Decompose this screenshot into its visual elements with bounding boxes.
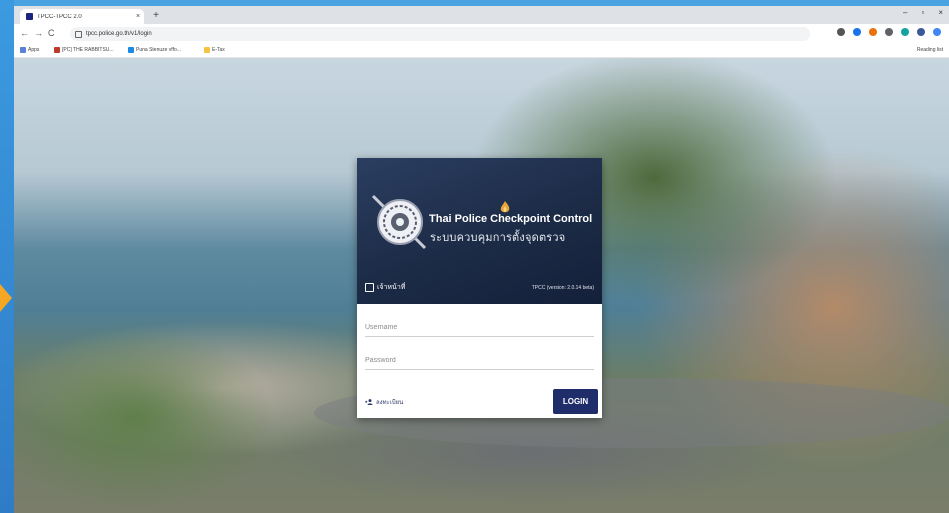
folder-icon (204, 47, 210, 53)
back-icon[interactable]: ← (20, 28, 29, 38)
favicon-icon (26, 13, 33, 20)
password-input[interactable] (365, 351, 594, 370)
tab-title: TPCC-TPCC 2.0 (37, 13, 82, 20)
tab-bar: TPCC-TPCC 2.0 × + – ▫ × (14, 6, 949, 24)
reading-list[interactable]: Reading list (917, 47, 943, 53)
extension-icons (837, 28, 941, 36)
address-bar: ← → C tpcc.police.go.th/v1/login (14, 24, 949, 45)
extension-icon[interactable] (901, 28, 909, 36)
username-input[interactable] (365, 318, 594, 337)
browser-window: TPCC-TPCC 2.0 × + – ▫ × ← → C tpcc.polic… (14, 6, 949, 513)
screen-left-edge (0, 0, 14, 513)
bookmark-item[interactable]: Apps (20, 47, 39, 53)
bookmark-item[interactable]: Puna Stenuze vffo... (128, 47, 181, 53)
reading-list-label: Reading list (916, 47, 943, 53)
extension-icon[interactable] (885, 28, 893, 36)
bookmark-favicon-icon (54, 47, 60, 53)
maximize-icon[interactable]: ▫ (921, 8, 924, 17)
officer-logo-text: เจ้าหน้าที่ (377, 284, 406, 291)
lock-icon (75, 31, 82, 38)
officer-logo: เจ้าหน้าที่ (365, 282, 405, 293)
page-background: Thai Police Checkpoint Control ระบบควบคุ… (14, 58, 949, 513)
bookmark-label: [PC] THE RABBITSU... (62, 47, 114, 53)
reload-icon[interactable]: C (48, 28, 55, 38)
add-user-icon (365, 399, 373, 405)
login-button[interactable]: LOGIN (553, 389, 598, 414)
bookmark-item[interactable]: [PC] THE RABBITSU... (54, 47, 114, 53)
bookmarks-bar: Apps [PC] THE RABBITSU... Puna Stenuze v… (14, 44, 949, 58)
version-label: TPCC (version: 2.0.14 beta) (531, 285, 594, 291)
browser-tab[interactable]: TPCC-TPCC 2.0 × (20, 9, 144, 24)
bookmark-label: Puna Stenuze vffo... (136, 47, 181, 53)
forward-icon[interactable]: → (34, 28, 43, 38)
bookmark-item[interactable]: E-Tax (204, 47, 225, 53)
bookmark-favicon-icon (128, 47, 134, 53)
minimize-icon[interactable]: – (903, 8, 907, 17)
register-link[interactable]: ลงทะเบียน (365, 397, 403, 407)
window-controls: – ▫ × (903, 8, 943, 17)
extension-icon[interactable] (917, 28, 925, 36)
close-icon[interactable]: × (938, 8, 943, 17)
police-emblem-icon (371, 194, 427, 250)
login-header: Thai Police Checkpoint Control ระบบควบคุ… (357, 158, 602, 304)
login-card: Thai Police Checkpoint Control ระบบควบคุ… (357, 158, 602, 418)
orange-arrow-indicator (0, 284, 12, 312)
extension-icon[interactable] (869, 28, 877, 36)
badge-icon (365, 283, 374, 292)
new-tab-button[interactable]: + (150, 9, 162, 22)
bookmark-label: Apps (28, 47, 40, 53)
apps-icon (20, 47, 26, 53)
url-text: tpcc.police.go.th/v1/login (86, 31, 152, 37)
extension-icon[interactable] (933, 28, 941, 36)
username-field (365, 316, 594, 337)
tab-close-icon[interactable]: × (132, 13, 144, 20)
extension-icon[interactable] (837, 28, 845, 36)
register-label: ลงทะเบียน (376, 400, 404, 406)
url-input[interactable]: tpcc.police.go.th/v1/login (70, 27, 810, 41)
password-field (365, 349, 594, 370)
app-subtitle: ระบบควบคุมการตั้งจุดตรวจ (430, 232, 566, 244)
extension-icon[interactable] (853, 28, 861, 36)
app-title: Thai Police Checkpoint Control (429, 213, 593, 225)
bookmark-label: E-Tax (212, 47, 225, 53)
